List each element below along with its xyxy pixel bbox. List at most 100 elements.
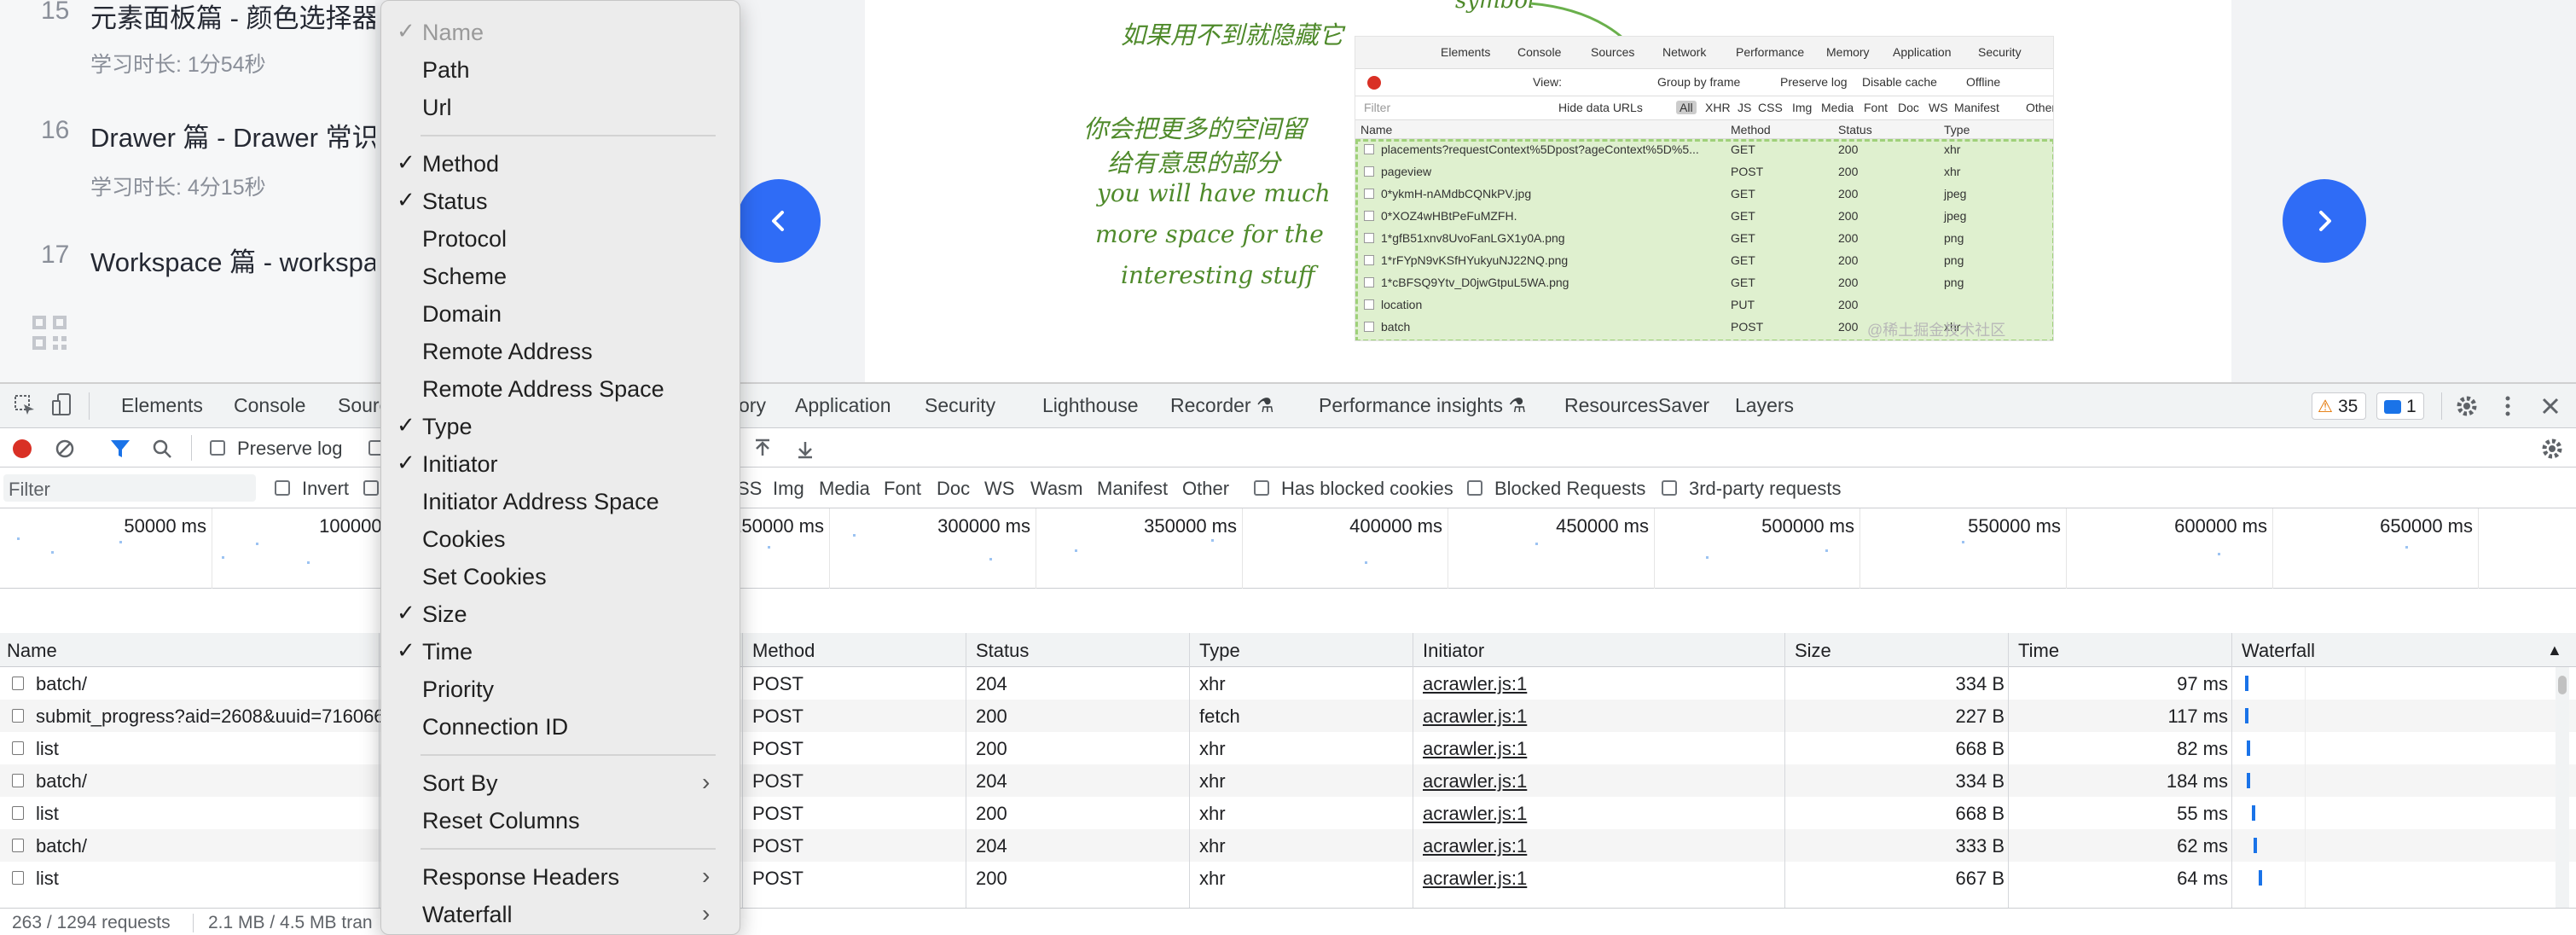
filter-input[interactable]: Filter: [3, 474, 256, 502]
has-blocked-cookies-checkbox[interactable]: [1254, 480, 1269, 496]
network-settings-gear-icon[interactable]: [2540, 437, 2564, 461]
prev-slide-button[interactable]: [737, 179, 821, 263]
sort-up-icon[interactable]: ▲: [2547, 642, 2562, 659]
scrollbar-thumb[interactable]: [2558, 676, 2567, 694]
menu-item-waterfall[interactable]: Waterfall ›: [381, 895, 740, 932]
clear-icon[interactable]: [55, 438, 75, 459]
hide-data-urls-checkbox[interactable]: [363, 480, 379, 496]
tab-memory[interactable]: ory: [739, 394, 766, 417]
tab-performance-insights[interactable]: Performance insights ⚗: [1319, 394, 1526, 417]
request-initiator-link[interactable]: acrawler.js:1: [1423, 868, 1527, 890]
menu-item-status[interactable]: ✓ Status: [381, 182, 740, 219]
menu-item-url[interactable]: Url: [381, 88, 740, 125]
col-time[interactable]: Time: [2018, 640, 2059, 662]
type-filter-doc[interactable]: Doc: [937, 478, 970, 500]
menu-item-reset-columns[interactable]: Reset Columns: [381, 801, 740, 839]
request-initiator-link[interactable]: acrawler.js:1: [1423, 835, 1527, 857]
menu-item-scheme[interactable]: Scheme: [381, 257, 740, 294]
qr-code-icon[interactable]: [32, 316, 67, 350]
blocked-requests-checkbox[interactable]: [1467, 480, 1482, 496]
menu-item-time[interactable]: ✓ Time: [381, 632, 740, 670]
gear-icon[interactable]: [2455, 394, 2479, 418]
lesson-title[interactable]: 元素面板篇 - 颜色选择器: [90, 0, 379, 35]
tab-layers[interactable]: Layers: [1735, 394, 1794, 417]
type-filter-img[interactable]: Img: [773, 478, 804, 500]
request-initiator-link[interactable]: acrawler.js:1: [1423, 673, 1527, 695]
request-name[interactable]: batch/: [36, 770, 87, 793]
tab-console[interactable]: Console: [234, 394, 305, 417]
invert-checkbox[interactable]: [275, 480, 290, 496]
type-filter-manifest[interactable]: Manifest: [1097, 478, 1168, 500]
menu-item-path[interactable]: Path: [381, 50, 740, 88]
col-name[interactable]: Name: [7, 640, 57, 662]
menu-item-type[interactable]: ✓ Type: [381, 407, 740, 444]
filter-icon[interactable]: [109, 438, 131, 459]
export-har-icon[interactable]: [795, 438, 815, 459]
menu-item-remote-address-space[interactable]: Remote Address Space: [381, 369, 740, 407]
device-toolbar-icon[interactable]: [51, 392, 73, 418]
col-type[interactable]: Type: [1199, 640, 1240, 662]
request-name[interactable]: list: [36, 803, 59, 825]
tab-lighthouse[interactable]: Lighthouse: [1042, 394, 1139, 417]
record-icon[interactable]: [12, 438, 32, 459]
menu-item-set-cookies[interactable]: Set Cookies: [381, 557, 740, 595]
col-waterfall[interactable]: Waterfall: [2242, 640, 2315, 662]
request-name[interactable]: batch/: [36, 673, 87, 695]
scrollbar[interactable]: [2556, 667, 2569, 908]
type-filter-other[interactable]: Other: [1182, 478, 1229, 500]
request-initiator-link[interactable]: acrawler.js:1: [1423, 738, 1527, 760]
inspect-icon[interactable]: [14, 394, 36, 416]
col-status[interactable]: Status: [976, 640, 1029, 662]
menu-item-response-headers[interactable]: Response Headers ›: [381, 857, 740, 895]
menu-item-initiator[interactable]: ✓ Initiator: [381, 444, 740, 482]
mini-row-type: jpeg: [1944, 187, 1967, 200]
mini-row-type: png: [1944, 276, 1964, 289]
warnings-badge[interactable]: ⚠ 35: [2312, 392, 2366, 420]
more-vert-icon[interactable]: [2499, 394, 2516, 418]
tab-application[interactable]: Application: [795, 394, 891, 417]
menu-item-protocol[interactable]: Protocol: [381, 219, 740, 257]
close-icon[interactable]: [2540, 396, 2561, 416]
lesson-title[interactable]: Workspace 篇 - workspace: [90, 241, 406, 279]
menu-item-method[interactable]: ✓ Method: [381, 144, 740, 182]
type-filter-ws[interactable]: WS: [984, 478, 1014, 500]
search-icon[interactable]: [152, 438, 172, 459]
request-name[interactable]: list: [36, 738, 59, 760]
mini-row-type: jpeg: [1944, 209, 1967, 223]
col-initiator[interactable]: Initiator: [1423, 640, 1484, 662]
messages-badge[interactable]: 1: [2376, 392, 2424, 420]
tab-elements[interactable]: Elements: [121, 394, 203, 417]
third-party-checkbox[interactable]: [1662, 480, 1677, 496]
menu-item-remote-address[interactable]: Remote Address: [381, 332, 740, 369]
tab-recorder[interactable]: Recorder ⚗: [1170, 394, 1274, 417]
type-filter-wasm[interactable]: Wasm: [1030, 478, 1083, 500]
menu-item-initiator-address-space[interactable]: Initiator Address Space: [381, 482, 740, 520]
mini-row-name: 0*ykmH-nAMdbCQNkPV.jpg: [1381, 187, 1532, 200]
type-filter-font[interactable]: Font: [884, 478, 921, 500]
import-har-icon[interactable]: [752, 438, 773, 459]
tab-resources-saver[interactable]: ResourcesSaver: [1564, 394, 1709, 417]
request-initiator-link[interactable]: acrawler.js:1: [1423, 770, 1527, 793]
request-initiator-link[interactable]: acrawler.js:1: [1423, 803, 1527, 825]
col-method[interactable]: Method: [752, 640, 815, 662]
tab-security[interactable]: Security: [925, 394, 995, 417]
request-name[interactable]: list: [36, 868, 59, 890]
menu-item-sort-by[interactable]: Sort By ›: [381, 764, 740, 801]
menu-item-size[interactable]: ✓ Size: [381, 595, 740, 632]
request-name[interactable]: batch/: [36, 835, 87, 857]
next-slide-button[interactable]: [2283, 179, 2366, 263]
menu-item-priority[interactable]: Priority: [381, 670, 740, 707]
menu-item-connection-id[interactable]: Connection ID: [381, 707, 740, 745]
menu-item-label: Remote Address Space: [422, 376, 664, 402]
col-size[interactable]: Size: [1795, 640, 1831, 662]
request-name[interactable]: submit_progress?aid=2608&uuid=716066: [36, 706, 385, 728]
menu-item-cookies[interactable]: Cookies: [381, 520, 740, 557]
lesson-title[interactable]: Drawer 篇 - Drawer 常识: [90, 116, 379, 154]
menu-item-domain[interactable]: Domain: [381, 294, 740, 332]
mini-row-status: 200: [1838, 209, 1859, 223]
request-initiator-link[interactable]: acrawler.js:1: [1423, 706, 1527, 728]
preserve-log-checkbox[interactable]: [210, 440, 225, 456]
mini-col: Method: [1731, 123, 1771, 136]
type-filter-media[interactable]: Media: [819, 478, 870, 500]
type-filter-css[interactable]: SS: [737, 478, 762, 500]
